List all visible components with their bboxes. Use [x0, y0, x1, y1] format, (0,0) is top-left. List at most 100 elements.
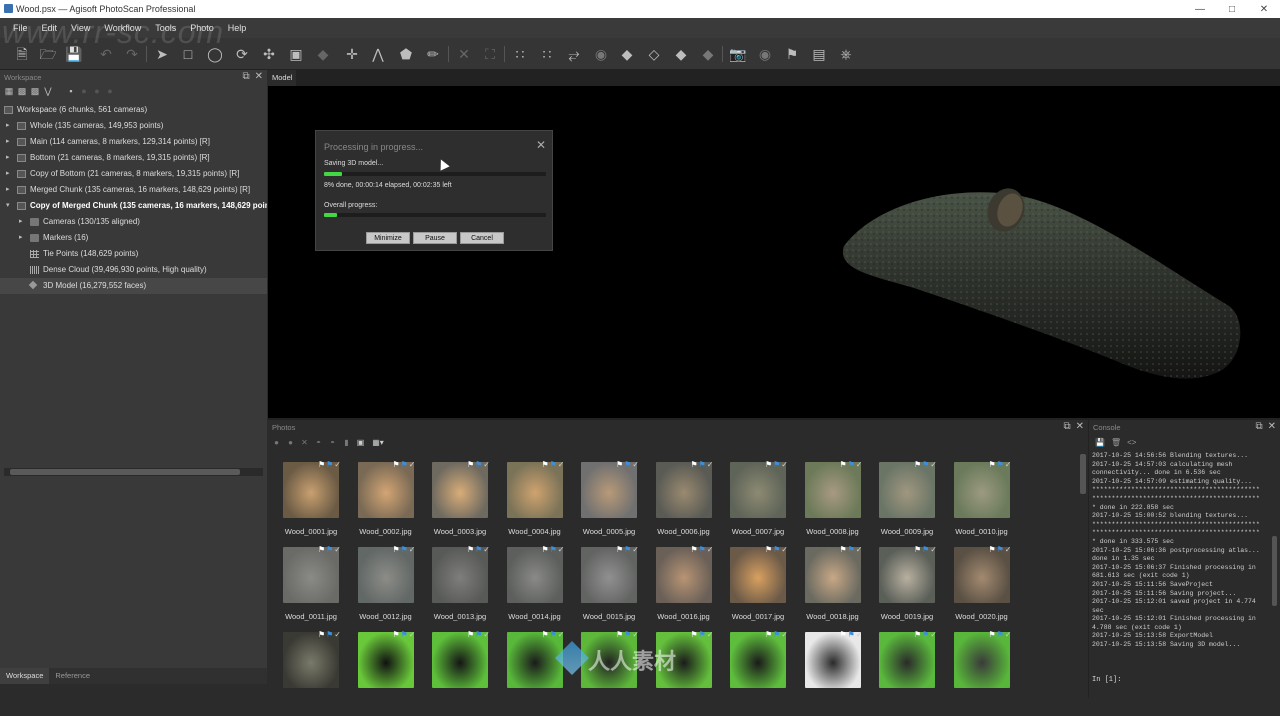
save-icon[interactable]: 💾 [65, 46, 82, 62]
show-markers-icon[interactable]: ⚑ [784, 46, 800, 62]
tree-item[interactable]: Tie Points (148,629 points) [0, 246, 267, 262]
view-mode-icon[interactable]: ▦▾ [370, 438, 386, 447]
menu-file[interactable]: File [6, 23, 35, 33]
model-view[interactable]: Model Processing in progress... ✕ Saving… [268, 70, 1280, 418]
photo-thumbnail[interactable]: ⚑⚑✓ Wood_0009.jpg [872, 460, 942, 546]
close-panel-icon[interactable]: ✕ [1076, 421, 1084, 432]
rotate-region-icon[interactable]: ◆ [315, 46, 331, 62]
photo-thumbnail[interactable]: ⚑⚑✓ [649, 630, 719, 716]
photo-thumbnail[interactable]: ⚑⚑✓ [351, 630, 421, 716]
tab-workspace[interactable]: Workspace [0, 668, 50, 684]
tree-item[interactable]: ▸ Copy of Bottom (21 cameras, 8 markers, … [0, 166, 267, 182]
move-region-icon[interactable]: ✣ [261, 46, 277, 62]
undo-icon[interactable]: ↶ [98, 46, 114, 62]
run-script-icon[interactable]: <> [1127, 438, 1136, 447]
enable-icon[interactable]: ● [79, 86, 89, 96]
view-dense-classes-icon[interactable]: ⥂ [566, 46, 582, 62]
menu-edit[interactable]: Edit [35, 23, 65, 33]
console-prompt[interactable]: In [1]: [1092, 676, 1121, 684]
wireframe-model-icon[interactable]: ◇ [646, 46, 662, 62]
enable-camera-icon[interactable]: ● [272, 438, 281, 447]
photo-thumbnail[interactable]: ⚑⚑✓ Wood_0003.jpg [425, 460, 495, 546]
shaded-model-icon[interactable]: ◆ [619, 46, 635, 62]
tree-item[interactable]: Workspace (6 chunks, 561 cameras) [0, 102, 267, 118]
open-folder-icon[interactable]: 🗁 [39, 46, 56, 62]
menu-photo[interactable]: Photo [183, 23, 221, 33]
photo-thumbnail[interactable]: ⚑⚑✓ [276, 630, 346, 716]
tree-item[interactable]: ▸ Bottom (21 cameras, 8 markers, 19,315 p… [0, 150, 267, 166]
float-panel-icon[interactable]: ⧉ [1063, 421, 1070, 432]
photo-thumbnail[interactable]: ⚑⚑✓ Wood_0002.jpg [351, 460, 421, 546]
photo-thumbnail[interactable]: ⚑⚑✓ Wood_0007.jpg [723, 460, 793, 546]
photo-thumbnail[interactable]: ⚑⚑✓ Wood_0006.jpg [649, 460, 719, 546]
expand-arrow-icon[interactable]: ▸ [6, 118, 10, 134]
close-panel-icon[interactable]: ✕ [1268, 421, 1276, 432]
save-log-icon[interactable]: 💾 [1095, 438, 1105, 447]
photo-thumbnail[interactable]: ⚑⚑✓ [872, 630, 942, 716]
clear-log-icon[interactable]: 🗑 [1111, 438, 1121, 447]
horizontal-scrollbar[interactable] [4, 468, 263, 476]
close-window-button[interactable]: ✕ [1248, 0, 1280, 18]
photos-scrollbar[interactable] [1080, 454, 1086, 494]
float-panel-icon[interactable]: ⧉ [242, 71, 249, 82]
close-panel-icon[interactable]: ✕ [255, 71, 263, 82]
photo-thumbnail[interactable]: ⚑⚑✓ Wood_0014.jpg [500, 545, 570, 631]
free-form-selection-icon[interactable]: ⟳ [234, 46, 250, 62]
rotate-right-icon[interactable]: ◓ [328, 438, 337, 447]
minimize-window-button[interactable]: — [1184, 0, 1216, 18]
chunk-settings-icon[interactable]: ⋁ [43, 86, 53, 96]
console-scrollbar[interactable] [1272, 536, 1277, 606]
remove-camera-icon[interactable]: ✕ [300, 438, 309, 447]
remove-disabled-icon[interactable]: ● [105, 86, 115, 96]
photo-thumbnail[interactable]: ⚑⚑✓ [500, 630, 570, 716]
photo-thumbnail[interactable]: ⚑⚑✓ Wood_0013.jpg [425, 545, 495, 631]
tree-item[interactable]: ▸ Markers (16) [0, 230, 267, 246]
tree-item[interactable]: 3D Model (16,279,552 faces) [0, 278, 267, 294]
tree-item[interactable]: ▸ Main (114 cameras, 8 markers, 129,314 p… [0, 134, 267, 150]
expand-arrow-icon[interactable]: ▸ [6, 166, 10, 182]
reset-filter-icon[interactable]: ▣ [356, 438, 365, 447]
ruler-icon[interactable]: ⋀ [370, 46, 386, 62]
redo-icon[interactable]: ↷ [124, 46, 140, 62]
disable-icon[interactable]: ● [92, 86, 102, 96]
photo-thumbnail[interactable]: ⚑⚑✓ [947, 630, 1017, 716]
ruler-point-icon[interactable]: ✛ [344, 46, 360, 62]
expand-arrow-icon[interactable]: ▸ [19, 214, 23, 230]
rectangle-selection-icon[interactable]: □ [180, 46, 196, 62]
photo-thumbnail[interactable]: ⚑⚑✓ [574, 630, 644, 716]
shape-polygon-icon[interactable]: ⬟ [398, 46, 414, 62]
float-panel-icon[interactable]: ⧉ [1255, 421, 1262, 432]
menu-tools[interactable]: Tools [148, 23, 183, 33]
tree-item[interactable]: ▸ Merged Chunk (135 cameras, 16 markers, … [0, 182, 267, 198]
menu-view[interactable]: View [64, 23, 97, 33]
view-dense-cloud-icon[interactable]: ∷ [539, 46, 555, 62]
tab-reference[interactable]: Reference [49, 668, 96, 684]
maximize-window-button[interactable]: □ [1216, 0, 1248, 18]
tab-model[interactable]: Model [268, 70, 297, 86]
view-points-icon[interactable]: ∷ [512, 46, 528, 62]
photo-thumbnail[interactable]: ⚑⚑✓ [425, 630, 495, 716]
photo-thumbnail[interactable]: ⚑⚑✓ Wood_0015.jpg [574, 545, 644, 631]
crop-selection-icon[interactable]: ⛶ [482, 46, 498, 62]
rotate-left-icon[interactable]: ◓ [314, 438, 323, 447]
expand-arrow-icon[interactable]: ▸ [6, 182, 10, 198]
tree-item[interactable]: ▸ Whole (135 cameras, 149,953 points) [0, 118, 267, 134]
navigation-pointer-icon[interactable]: ➤ [154, 46, 170, 62]
photo-thumbnail[interactable]: ⚑⚑✓ [798, 630, 868, 716]
circle-selection-icon[interactable]: ◯ [207, 46, 223, 62]
photo-thumbnail[interactable]: ⚑⚑✓ Wood_0012.jpg [351, 545, 421, 631]
resize-region-icon[interactable]: ▣ [288, 46, 304, 62]
photo-thumbnail[interactable]: ⚑⚑✓ Wood_0001.jpg [276, 460, 346, 546]
pause-button[interactable]: Pause [413, 232, 457, 244]
disable-camera-icon[interactable]: ● [286, 438, 295, 447]
photo-thumbnail[interactable]: ⚑⚑✓ Wood_0004.jpg [500, 460, 570, 546]
photo-thumbnail[interactable]: ⚑⚑✓ Wood_0018.jpg [798, 545, 868, 631]
expand-arrow-icon[interactable]: ▸ [19, 230, 23, 246]
photo-thumbnail[interactable]: ⚑⚑✓ Wood_0005.jpg [574, 460, 644, 546]
menu-help[interactable]: Help [221, 23, 254, 33]
photo-thumbnail[interactable]: ⚑⚑✓ Wood_0019.jpg [872, 545, 942, 631]
show-cameras-icon[interactable]: 📷 [729, 46, 746, 62]
photo-thumbnail[interactable]: ⚑⚑✓ Wood_0020.jpg [947, 545, 1017, 631]
dialog-close-icon[interactable]: ✕ [536, 138, 546, 152]
solid-model-icon[interactable]: ◆ [673, 46, 689, 62]
